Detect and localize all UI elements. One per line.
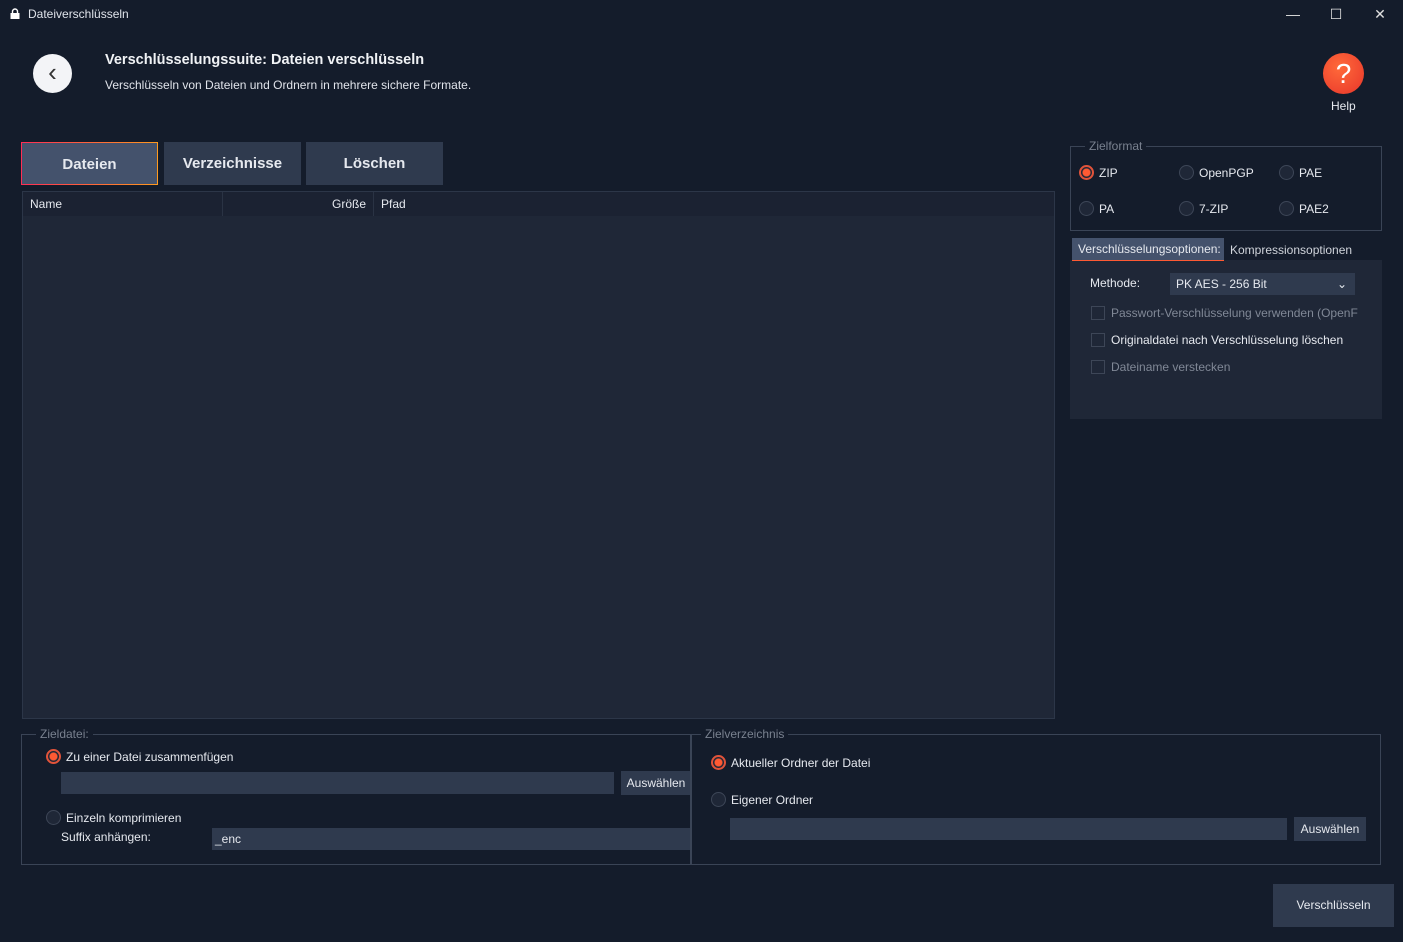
tab-encryption-options[interactable]: Verschlüsselungsoptionen: <box>1072 238 1224 261</box>
column-size[interactable]: Größe <box>223 192 374 216</box>
merge-file-input[interactable] <box>61 772 614 794</box>
zieldatei-legend: Zieldatei: <box>36 727 93 741</box>
method-select[interactable]: PK AES - 256 Bit⌄ <box>1170 273 1355 295</box>
chevron-down-icon: ⌄ <box>1337 273 1347 295</box>
zielverzeichnis-legend: Zielverzeichnis <box>701 727 788 741</box>
radio-single[interactable]: Einzeln komprimieren <box>46 810 181 825</box>
radio-own-folder[interactable]: Eigener Ordner <box>711 792 813 807</box>
lock-icon <box>10 8 20 19</box>
page-title: Verschlüsselungssuite: Dateien verschlüs… <box>105 52 424 68</box>
help-label[interactable]: Help <box>1331 99 1356 113</box>
tab-verzeichnisse[interactable]: Verzeichnisse <box>164 142 301 185</box>
own-folder-input[interactable] <box>730 818 1287 840</box>
table-header: Name Größe Pfad <box>23 192 1054 216</box>
minimize-button[interactable]: — <box>1278 4 1308 24</box>
column-name[interactable]: Name <box>23 192 223 216</box>
file-table[interactable]: Name Größe Pfad <box>22 191 1055 719</box>
choose-folder-button[interactable]: Auswählen <box>1294 817 1366 841</box>
back-button[interactable]: ‹ <box>33 54 72 93</box>
zielformat-legend: Zielformat <box>1085 139 1146 153</box>
suffix-label: Suffix anhängen: <box>61 830 151 844</box>
tab-loeschen[interactable]: Löschen <box>306 142 443 185</box>
radio-current-folder[interactable]: Aktueller Ordner der Datei <box>711 755 870 770</box>
radio-pa[interactable]: PA <box>1079 201 1114 216</box>
help-icon[interactable]: ? <box>1323 53 1364 94</box>
radio-pae2[interactable]: PAE2 <box>1279 201 1329 216</box>
tab-dateien[interactable]: Dateien <box>21 142 158 185</box>
checkbox-delete-original[interactable]: Originaldatei nach Verschlüsselung lösch… <box>1091 333 1343 347</box>
radio-openpgp[interactable]: OpenPGP <box>1179 165 1254 180</box>
checkbox-hide-filename[interactable]: Dateiname verstecken <box>1091 360 1230 374</box>
radio-zip[interactable]: ZIP <box>1079 165 1118 180</box>
choose-file-button[interactable]: Auswählen <box>621 771 691 795</box>
close-button[interactable]: ✕ <box>1365 4 1395 24</box>
checkbox-password[interactable]: Passwort-Verschlüsselung verwenden (Open… <box>1091 306 1358 320</box>
method-label: Methode: <box>1090 276 1140 290</box>
tab-compression-options[interactable]: Kompressionsoptionen <box>1230 243 1352 257</box>
encrypt-button[interactable]: Verschlüsseln <box>1273 884 1394 927</box>
suffix-input[interactable]: _enc <box>212 828 691 850</box>
maximize-button[interactable]: ☐ <box>1321 4 1351 24</box>
radio-pae[interactable]: PAE <box>1279 165 1322 180</box>
radio-7zip[interactable]: 7-ZIP <box>1179 201 1228 216</box>
column-path[interactable]: Pfad <box>374 192 1054 216</box>
zielformat-group: Zielformat <box>1070 139 1382 231</box>
radio-merge[interactable]: Zu einer Datei zusammenfügen <box>46 749 233 764</box>
page-subtitle: Verschlüsseln von Dateien und Ordnern in… <box>105 78 471 92</box>
window-title: Dateiverschlüsseln <box>28 7 129 21</box>
